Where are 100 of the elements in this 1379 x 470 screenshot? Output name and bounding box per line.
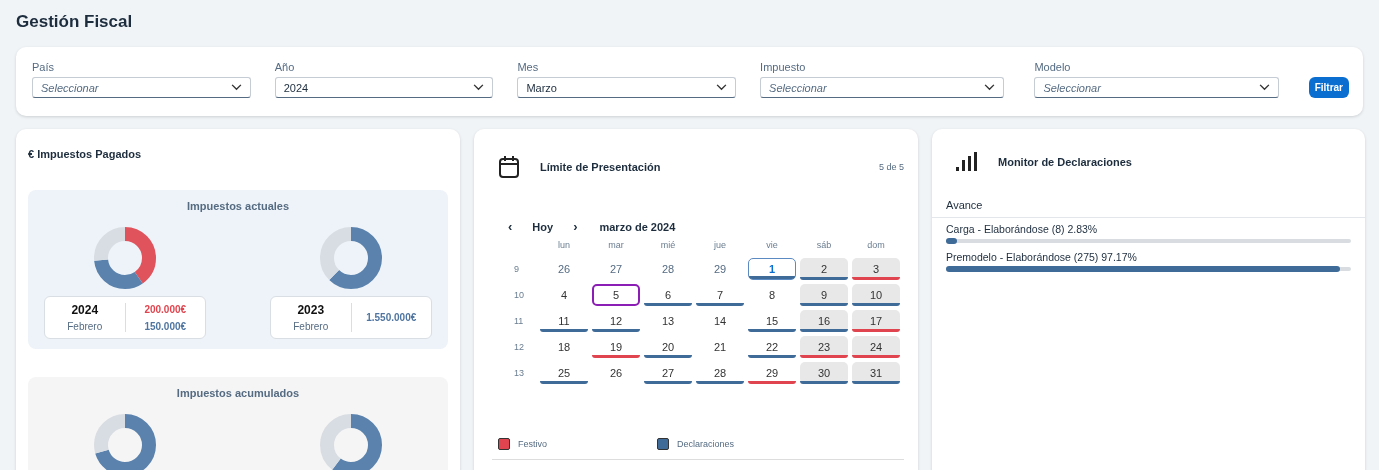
event-marker [749,276,795,279]
calendar-day[interactable]: 28 [696,362,744,384]
year-label: 2024 [71,303,99,317]
legend-label: Festivo [518,439,547,449]
amount-value: 150.000€ [144,320,187,332]
calendar-day[interactable]: 3 [852,258,900,280]
event-marker [852,329,900,332]
weekday-label: dom [866,240,886,252]
event-marker [748,381,796,384]
calendar-day[interactable]: 29 [748,362,796,384]
calendar-day[interactable]: 22 [748,336,796,358]
calendar-day[interactable]: 16 [800,310,848,332]
event-marker [852,303,900,306]
calendar-day[interactable]: 26 [540,258,588,280]
bar-chart-icon [956,152,978,172]
donut-chart [319,413,383,470]
calendar-day[interactable]: 18 [540,336,588,358]
event-marker [644,381,692,384]
calendar-day[interactable]: 20 [644,336,692,358]
event-marker [540,381,588,384]
week-number: 10 [513,290,525,300]
calendar-day[interactable]: 26 [592,362,640,384]
calendar-day[interactable]: 23 [800,336,848,358]
calendar-day[interactable]: 7 [696,284,744,306]
amount-value: 1.550.000€ [366,312,417,323]
card-title: Límite de Presentación [540,161,662,173]
event-marker [800,355,848,358]
card-title: € Impuestos Pagados [28,148,143,160]
week-number: 11 [513,316,525,326]
calendar-day[interactable]: 30 [800,362,848,384]
next-button[interactable]: › [569,219,582,234]
select-field[interactable]: Seleccionar [760,77,1005,98]
donut-chart [93,226,157,290]
calendar-day[interactable]: 10 [852,284,900,306]
calendar-day[interactable]: 8 [748,284,796,306]
calendar-day[interactable]: 28 [644,258,692,280]
donut-chart [319,226,383,290]
donut-chart [93,413,157,470]
calendar-day[interactable]: 2 [800,258,848,280]
event-marker [800,277,848,280]
calendar-day[interactable]: 15 [748,310,796,332]
filter-label: Año [274,61,296,73]
week-number: 12 [513,342,525,352]
calendar-day[interactable]: 27 [592,258,640,280]
panel-title: Impuestos actuales [185,200,291,212]
calendar-day[interactable]: 19 [592,336,640,358]
weekday-label: lun [557,240,571,252]
filter-label: Impuesto [760,61,807,73]
event-marker [852,355,900,358]
card-title: Monitor de Declaraciones [998,156,1133,168]
filter-label: Modelo [1034,61,1072,73]
amount-value: 200.000€ [144,303,187,315]
calendar-day[interactable]: 21 [696,336,744,358]
progress-label: Carga - Elaborándose (8) 2.83% [946,223,1099,235]
filter-button[interactable]: Filtrar [1308,77,1349,98]
calendar-day[interactable]: 11 [540,310,588,332]
select-field[interactable]: Marzo [517,77,737,98]
calendar-day[interactable]: 17 [852,310,900,332]
event-marker [644,355,692,358]
progress-label: Premodelo - Elaborándose (275) 97.17% [946,251,1138,263]
calendar-day[interactable]: 27 [644,362,692,384]
event-marker [748,355,796,358]
today-button[interactable]: Hoy [528,220,558,233]
event-marker [852,381,900,384]
event-marker [540,329,588,332]
calendar-day[interactable]: 25 [540,362,588,384]
calendar-day[interactable]: 31 [852,362,900,384]
filter-label: Mes [517,61,540,73]
calendar-day[interactable]: 4 [540,284,588,306]
month-title: marzo de 2024 [599,220,676,233]
calendar-day[interactable]: 1 [748,258,796,280]
event-marker [696,303,744,306]
select-field[interactable]: 2024 [274,77,494,98]
chevron-down-icon [716,84,728,91]
calendar-day[interactable]: 6 [644,284,692,306]
chevron-down-icon [230,84,242,91]
calendar-day[interactable]: 9 [800,284,848,306]
section-label: Avance [946,199,984,213]
filter-label: País [32,61,55,73]
calendar-day[interactable]: 5 [592,284,640,306]
event-marker [748,329,796,332]
calendar-day[interactable]: 29 [696,258,744,280]
weekday-label: vie [765,240,779,252]
counter-text: 5 de 5 [878,162,904,172]
month-label: Febrero [293,321,329,332]
calendar-day[interactable]: 24 [852,336,900,358]
event-marker [800,329,848,332]
calendar-day[interactable]: 13 [644,310,692,332]
event-marker [852,277,900,280]
panel-title: Impuestos acumulados [175,387,301,399]
weekday-label: mié [659,240,677,252]
calendar-day[interactable]: 14 [696,310,744,332]
week-number: 9 [513,264,520,274]
page-title: Gestión Fiscal [16,12,134,33]
year-label: 2023 [297,303,325,317]
previous-button[interactable]: ‹ [504,219,517,234]
select-field[interactable]: Seleccionar [1034,77,1279,98]
select-field[interactable]: Seleccionar [32,77,251,98]
calendar-day[interactable]: 12 [592,310,640,332]
chevron-down-icon [984,84,996,91]
